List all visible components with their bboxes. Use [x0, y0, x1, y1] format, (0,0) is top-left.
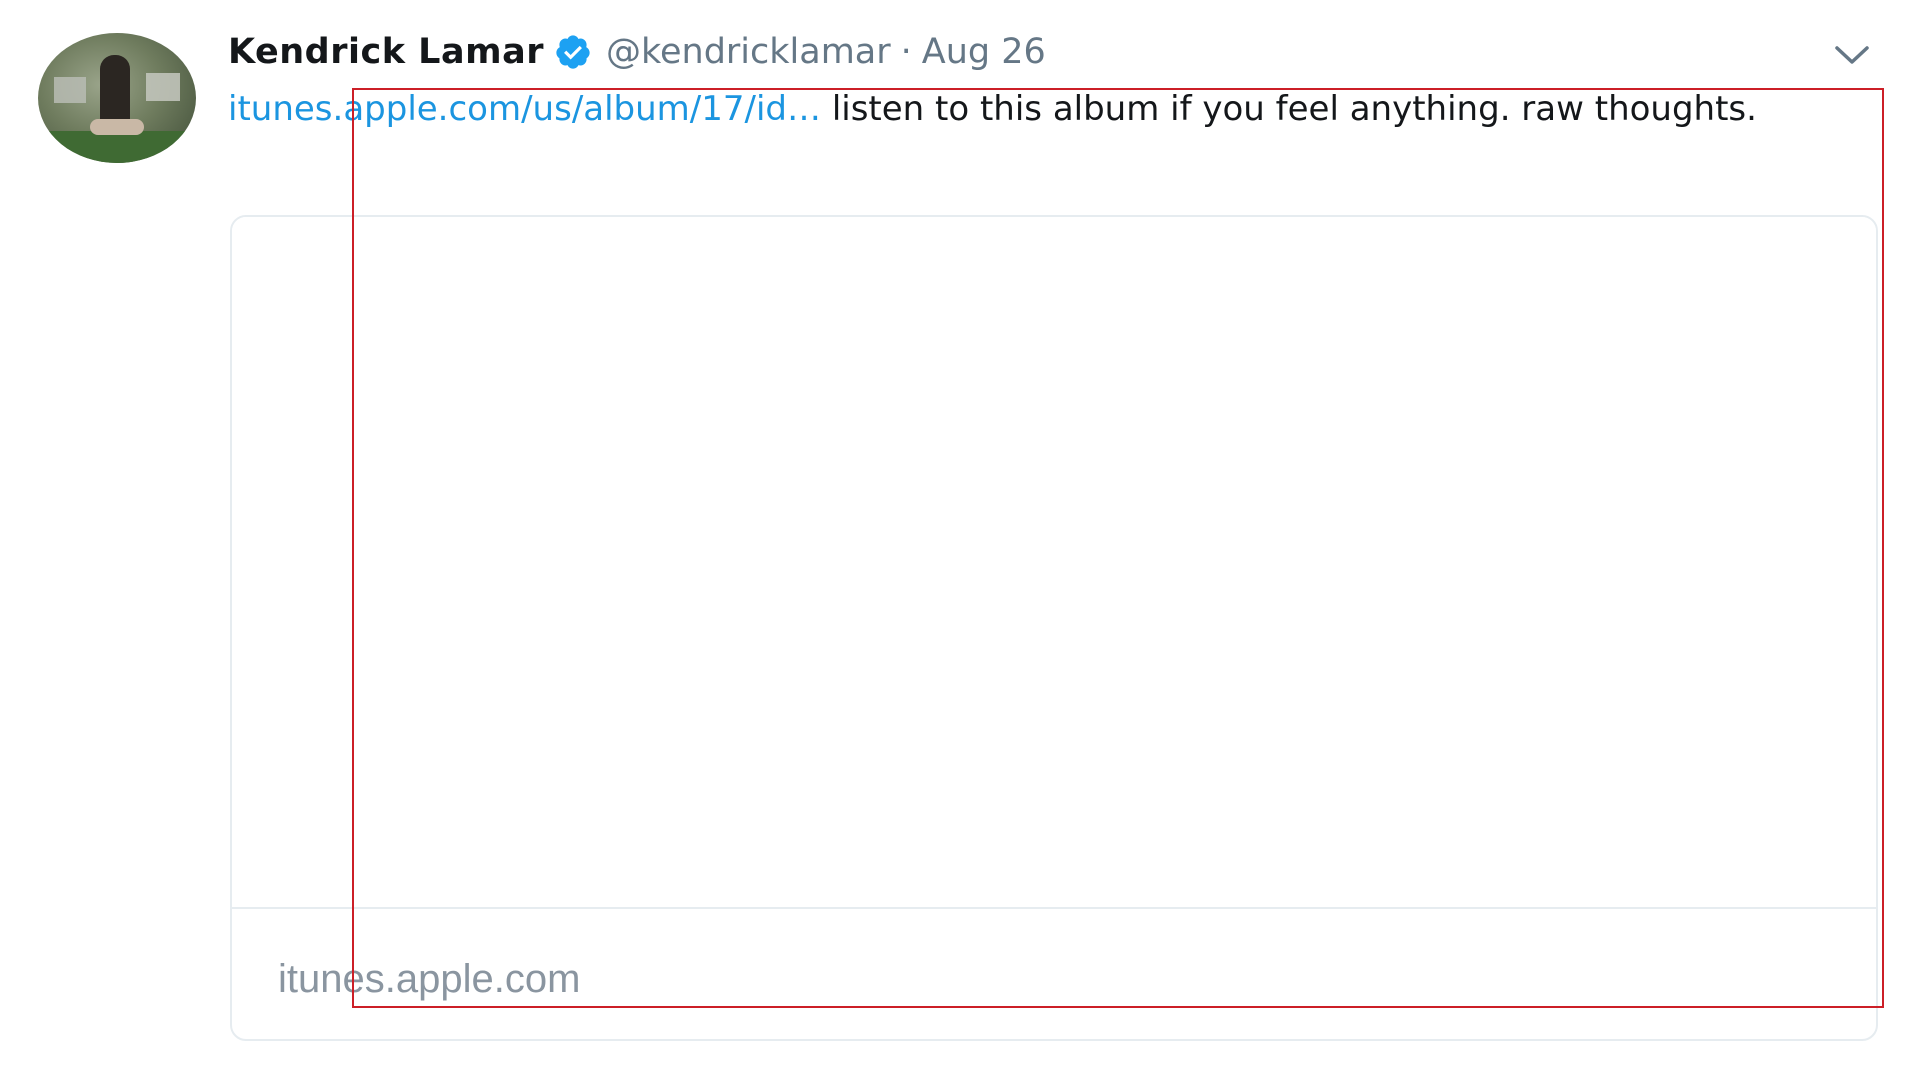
avatar-detail — [146, 73, 180, 101]
avatar[interactable] — [38, 33, 196, 163]
author-handle[interactable]: @kendricklamar — [606, 32, 891, 72]
author-name[interactable]: Kendrick Lamar — [228, 32, 544, 72]
tweet-header: Kendrick Lamar @kendricklamar · Aug 26 — [228, 28, 1046, 76]
card-divider — [232, 907, 1876, 909]
tweet-body: listen to this album if you feel anythin… — [821, 89, 1757, 129]
card-domain: itunes.apple.com — [278, 957, 581, 1001]
chevron-down-icon[interactable] — [1832, 40, 1872, 70]
album-link[interactable]: itunes.apple.com/us/album/17/id… — [228, 89, 821, 129]
avatar-detail — [100, 55, 130, 125]
avatar-detail — [38, 131, 196, 163]
card-image[interactable] — [232, 217, 1876, 907]
avatar-detail — [90, 119, 144, 135]
verified-badge-icon — [554, 33, 592, 71]
tweet-timestamp[interactable]: Aug 26 — [922, 32, 1046, 72]
tweet[interactable]: Kendrick Lamar @kendricklamar · Aug 26 i… — [0, 0, 1920, 1080]
link-card[interactable]: itunes.apple.com — [230, 215, 1878, 1041]
tweet-text: itunes.apple.com/us/album/17/id… listen … — [228, 82, 1788, 136]
separator-dot: · — [900, 32, 912, 72]
avatar-detail — [54, 77, 86, 103]
